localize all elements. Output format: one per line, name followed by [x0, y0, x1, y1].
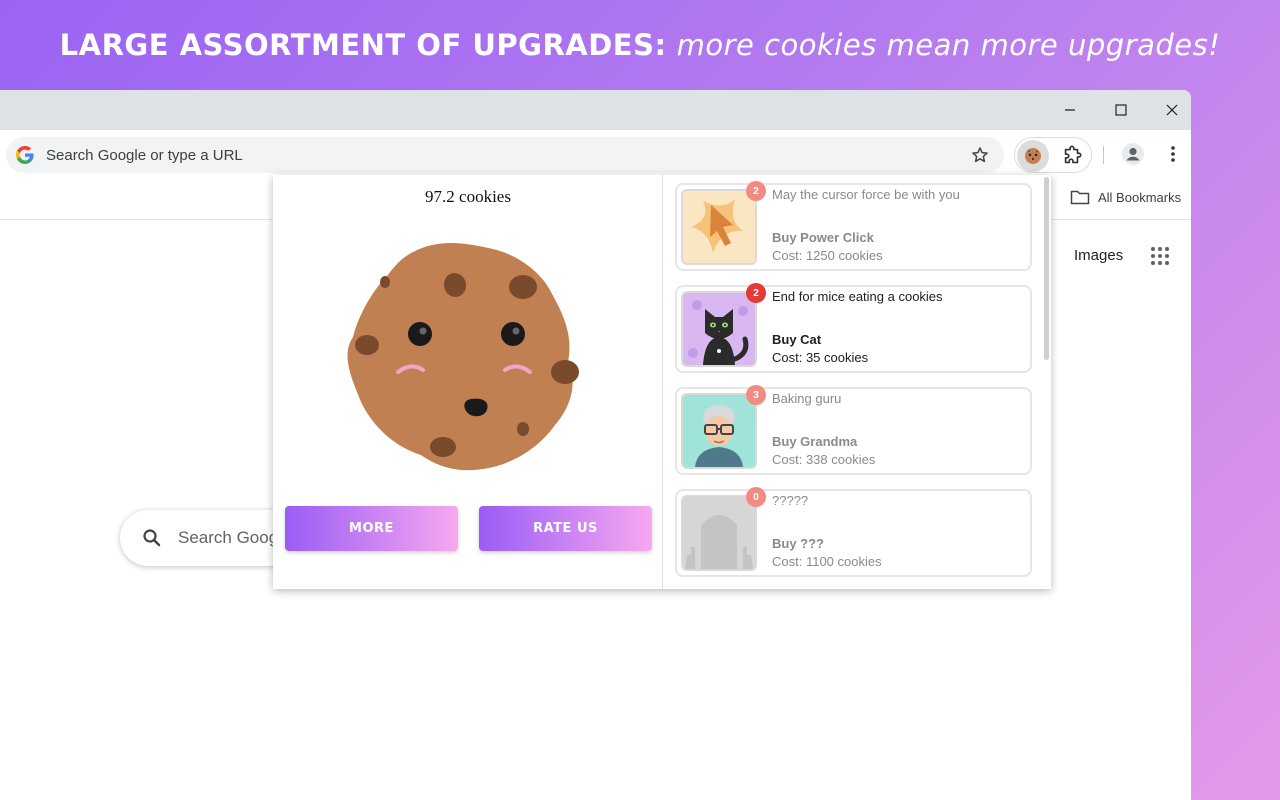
more-button[interactable]: MORE: [285, 506, 458, 551]
owned-count-badge: 3: [746, 385, 766, 405]
upgrade-description: End for mice eating a cookies: [772, 289, 943, 304]
extension-group: [1014, 137, 1092, 173]
upgrade-mystery[interactable]: 0 ????? Buy ??? Cost: 1100 cookies: [675, 487, 1032, 577]
all-bookmarks-label: All Bookmarks: [1098, 189, 1182, 205]
cookie-extension-icon[interactable]: [1017, 140, 1049, 172]
upgrade-name: Buy Power Click: [772, 230, 874, 245]
clicker-pane: 97.2 cookies MORE RATE US: [273, 175, 663, 589]
images-link[interactable]: Images: [1074, 247, 1123, 264]
upgrade-cost: Cost: 1250 cookies: [772, 248, 883, 263]
kebab-menu-icon[interactable]: [1162, 142, 1184, 166]
upgrade-name: Buy Cat: [772, 332, 822, 347]
grandma-thumbnail: [681, 393, 757, 469]
profile-icon[interactable]: [1121, 142, 1145, 166]
upgrade-name: Buy Grandma: [772, 434, 858, 449]
all-bookmarks[interactable]: All Bookmarks: [1070, 187, 1181, 207]
big-cookie[interactable]: [343, 237, 588, 482]
upgrade-name: Buy ???: [772, 536, 824, 551]
upgrade-cost: Cost: 1100 cookies: [772, 554, 882, 569]
upgrade-description: ?????: [772, 493, 809, 508]
mystery-thumbnail: [681, 495, 757, 571]
upgrade-cost: Cost: 338 cookies: [772, 452, 876, 467]
owned-count-badge: 0: [746, 487, 766, 507]
title-bar: [0, 90, 1191, 130]
folder-icon: [1070, 190, 1090, 205]
search-icon: [143, 529, 161, 547]
upgrade-description: May the cursor force be with you: [772, 187, 960, 202]
power-click-thumbnail: [681, 189, 757, 265]
upgrades-scrollbar[interactable]: [1044, 177, 1049, 360]
omnibox[interactable]: [6, 137, 1004, 173]
google-g-icon: [14, 144, 36, 166]
upgrade-description: Baking guru: [772, 391, 842, 406]
apps-grid-icon[interactable]: [1150, 246, 1170, 266]
omnibox-input[interactable]: [46, 146, 926, 164]
rate-us-button[interactable]: RATE US: [479, 506, 652, 551]
owned-count-badge: 2: [746, 283, 766, 303]
upgrades-list[interactable]: 2 May the cursor force be with you Buy P…: [664, 175, 1051, 589]
star-icon[interactable]: [970, 145, 990, 165]
banner-lead: LARGE ASSORTMENT OF UPGRADES:: [59, 28, 667, 62]
cookie-clicker-popup: 97.2 cookies MORE RATE US 2 May the curs…: [273, 175, 1051, 589]
ntp-search-placeholder: Search Goog: [178, 528, 279, 547]
toolbar-separator: [1103, 146, 1104, 164]
upgrade-cat[interactable]: 2 End for mice eating a cookies Buy Cat …: [675, 283, 1032, 373]
upgrade-cost: Cost: 35 cookies: [772, 350, 869, 365]
puzzle-icon[interactable]: [1061, 145, 1083, 167]
cookie-counter: 97.2 cookies: [425, 187, 511, 206]
banner-tagline: more cookies mean more upgrades!: [676, 28, 1221, 62]
cat-thumbnail: [681, 291, 757, 367]
upgrade-grandma[interactable]: 3 Baking guru Buy Grandma Cost: 338 cook…: [675, 385, 1032, 475]
maximize-icon[interactable]: [1108, 98, 1134, 122]
close-icon[interactable]: [1159, 98, 1185, 122]
promo-banner: LARGE ASSORTMENT OF UPGRADES: more cooki…: [0, 0, 1280, 90]
owned-count-badge: 2: [746, 181, 766, 201]
minimize-icon[interactable]: [1057, 98, 1083, 122]
upgrade-power-click[interactable]: 2 May the cursor force be with you Buy P…: [675, 181, 1032, 271]
